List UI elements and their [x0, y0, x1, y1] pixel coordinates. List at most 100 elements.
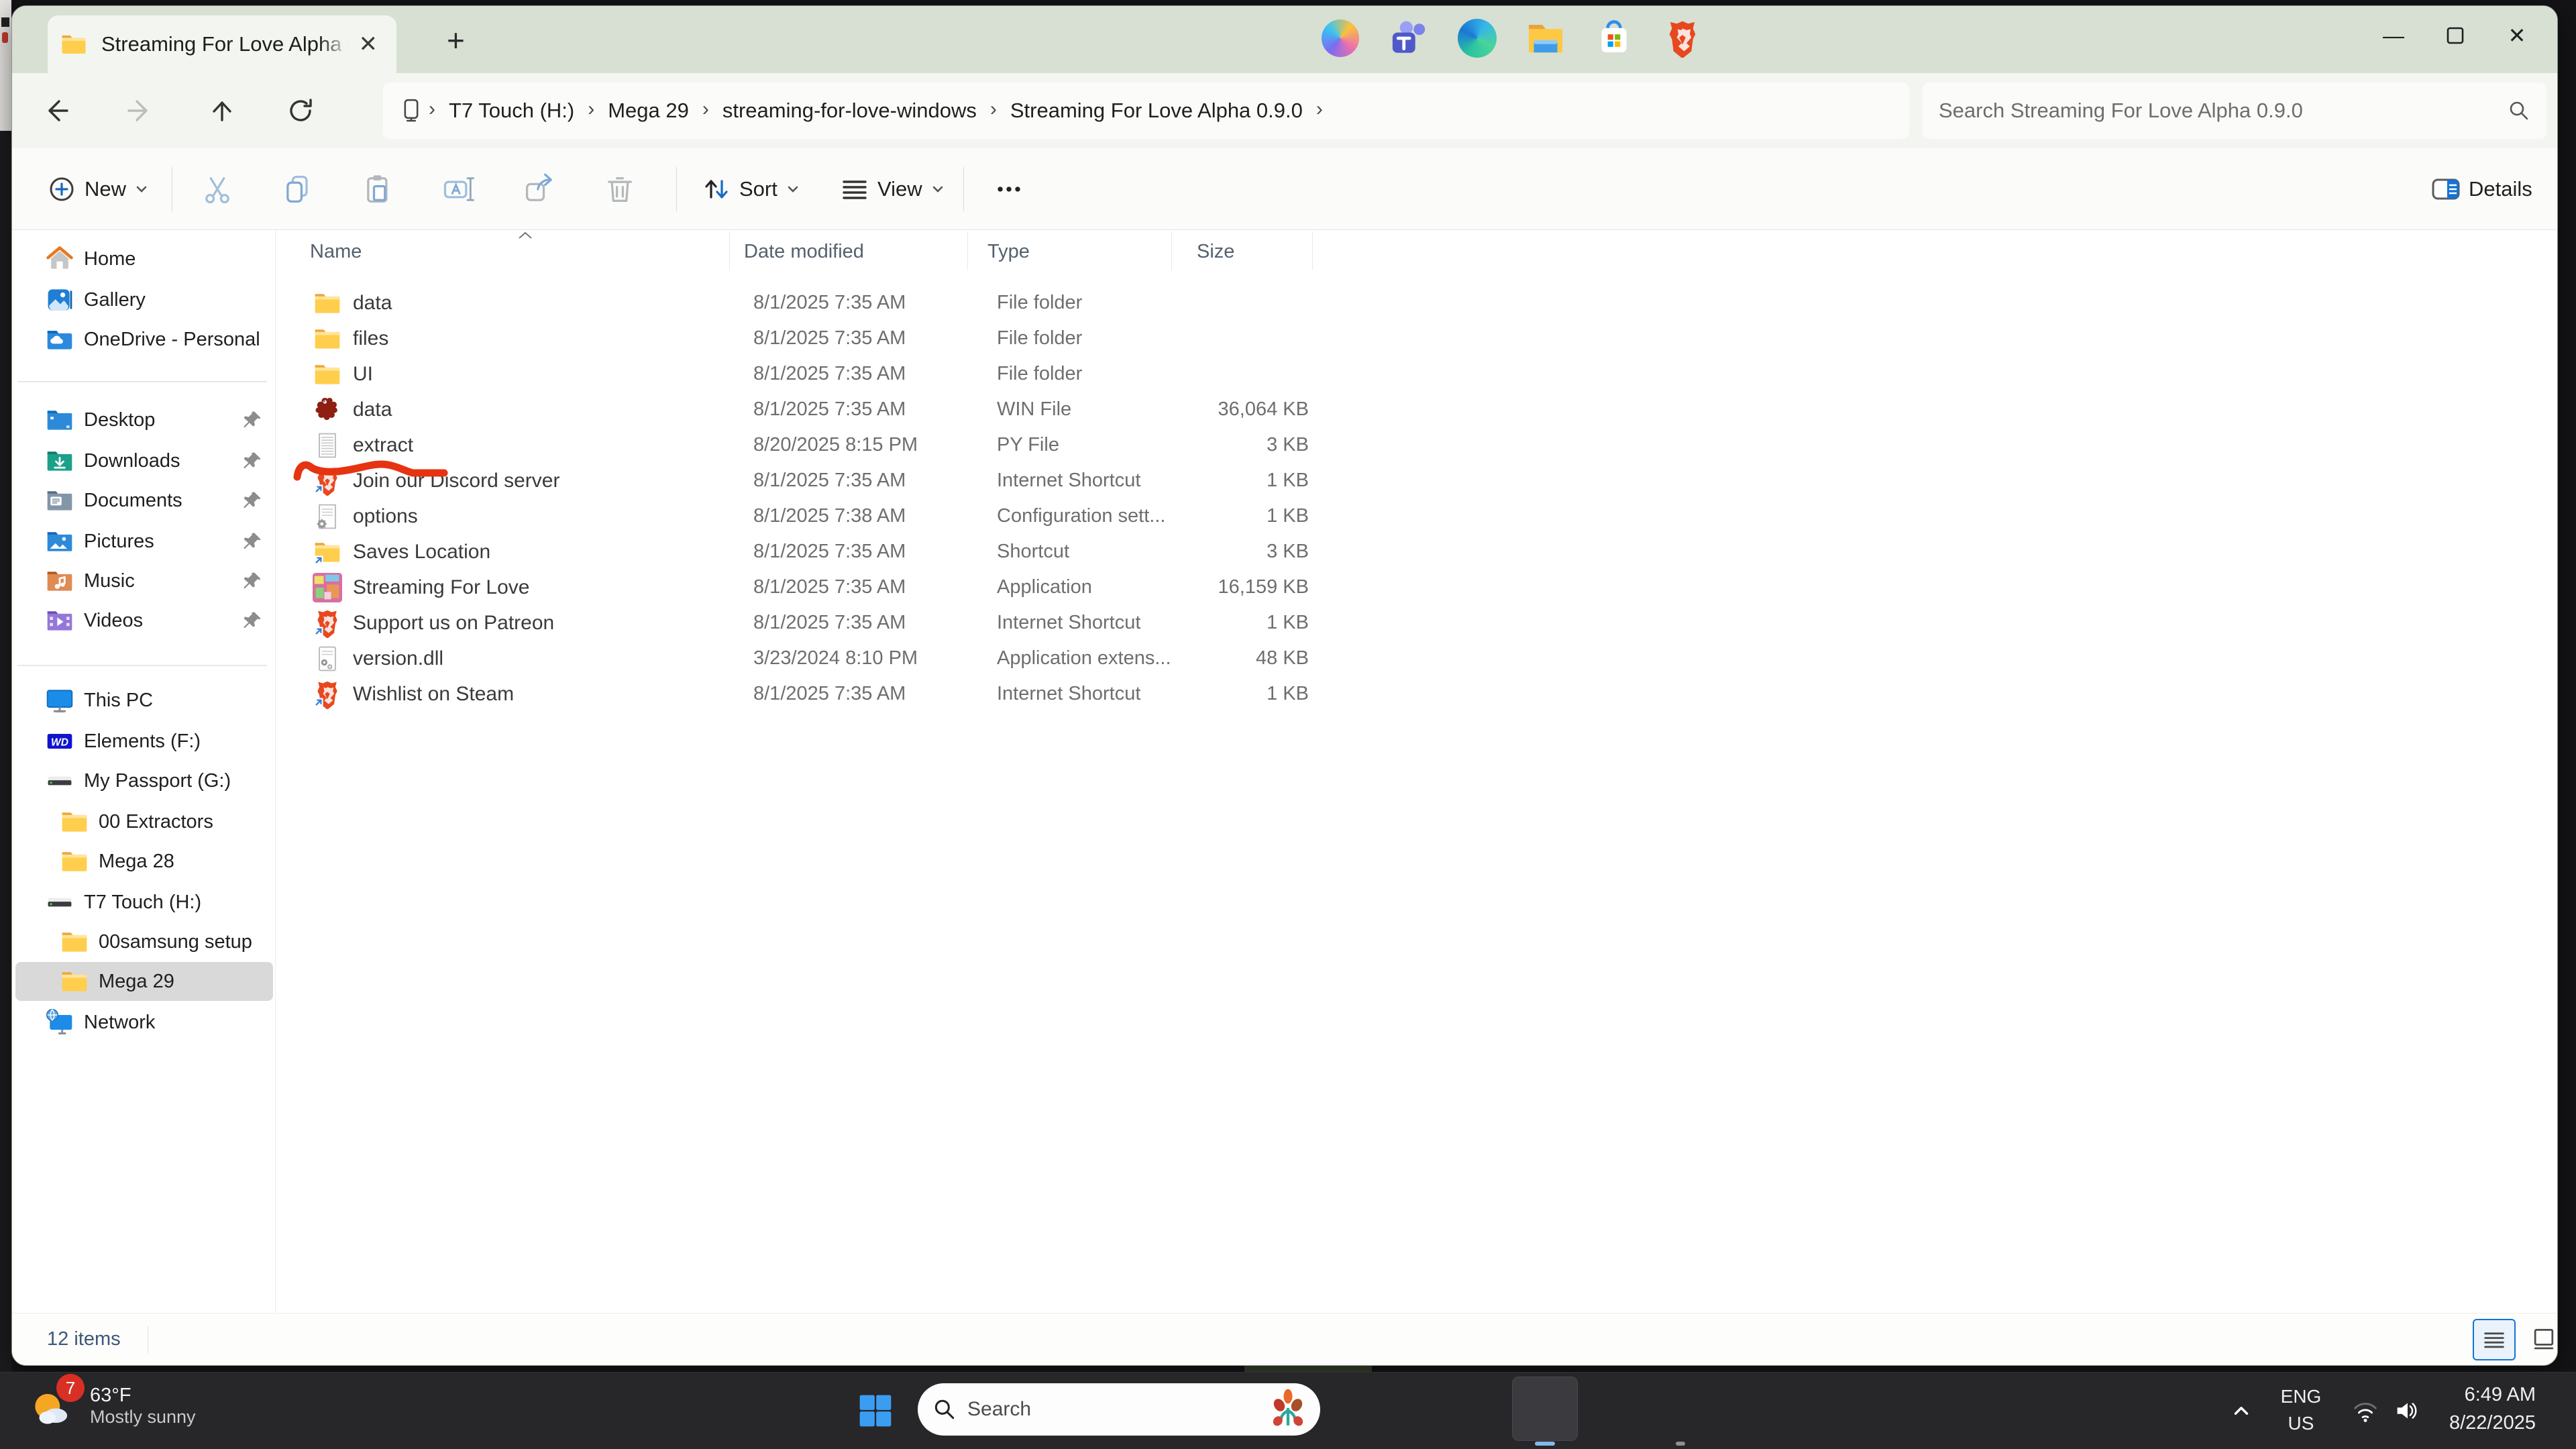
address-box[interactable]: › T7 Touch (H:) › Mega 29 › streaming-fo…	[383, 83, 1909, 139]
breadcrumb-segment[interactable]: Mega 29	[598, 99, 698, 123]
sort-button[interactable]: Sort	[691, 160, 811, 218]
pin-icon[interactable]	[241, 609, 264, 632]
sidebar-item-my-passport-drive[interactable]: My Passport (G:)	[15, 761, 273, 800]
sidebar-item-gallery[interactable]: Gallery	[15, 280, 273, 319]
sidebar-item-music[interactable]: Music	[15, 561, 273, 600]
search-input[interactable]: Search Streaming For Love Alpha 0.9.0	[1923, 83, 2546, 139]
column-divider[interactable]	[729, 231, 730, 270]
sidebar-item-desktop[interactable]: Desktop	[15, 400, 273, 439]
sidebar-item-downloads[interactable]: Downloads	[15, 441, 273, 480]
tab-close-icon[interactable]: ✕	[352, 30, 385, 58]
file-size: 1 KB	[1267, 505, 1309, 527]
file-row[interactable]: data 8/1/2025 7:35 AM File folder	[286, 285, 1350, 321]
refresh-button[interactable]	[279, 89, 322, 132]
sidebar-item-label: Documents	[84, 489, 182, 511]
paste-button[interactable]	[352, 160, 405, 218]
back-button[interactable]	[36, 89, 79, 132]
minimize-button[interactable]: —	[2363, 6, 2424, 65]
sidebar-item-this-pc[interactable]: This PC	[15, 681, 273, 720]
breadcrumb-segment[interactable]: Streaming For Love Alpha 0.9.0	[1001, 99, 1312, 123]
large-thumbnails-view-toggle[interactable]	[2522, 1319, 2557, 1360]
more-options-button[interactable]	[982, 160, 1036, 218]
sidebar-item-home[interactable]: Home	[15, 239, 273, 278]
close-button[interactable]: ✕	[2486, 6, 2548, 65]
pin-icon[interactable]	[241, 449, 264, 472]
file-row[interactable]: options 8/1/2025 7:38 AM Configuration s…	[286, 498, 1350, 534]
sidebar-item-onedrive[interactable]: OneDrive - Personal	[15, 320, 273, 359]
pictures-folder-icon	[47, 532, 72, 551]
sidebar-item-documents[interactable]: Documents	[15, 481, 273, 520]
column-header-size[interactable]: Size	[1197, 234, 1234, 269]
copilot-button[interactable]	[1320, 17, 1361, 59]
file-row[interactable]: data 8/1/2025 7:35 AM WIN File 36,064 KB	[286, 392, 1350, 427]
start-button[interactable]	[855, 1390, 896, 1432]
file-row[interactable]: Wishlist on Steam 8/1/2025 7:35 AM Inter…	[286, 676, 1350, 712]
file-row[interactable]: Support us on Patreon 8/1/2025 7:35 AM I…	[286, 605, 1350, 641]
file-row[interactable]: Saves Location 8/1/2025 7:35 AM Shortcut…	[286, 534, 1350, 570]
sidebar-item-mega-28[interactable]: Mega 28	[15, 842, 273, 881]
tray-wifi-button[interactable]	[2345, 1390, 2386, 1432]
tray-clock[interactable]: 6:49 AM 8/22/2025	[2415, 1381, 2536, 1437]
teams-icon	[1392, 21, 1426, 53]
file-row[interactable]: version.dll 3/23/2024 8:10 PM Applicatio…	[286, 641, 1350, 676]
column-header-type[interactable]: Type	[987, 234, 1030, 269]
explorer-tab[interactable]: Streaming For Love Alpha 0.9.0 ✕	[48, 15, 396, 73]
new-button[interactable]: New	[36, 160, 160, 218]
chevron-down-icon	[788, 186, 798, 193]
file-row[interactable]: UI 8/1/2025 7:35 AM File folder	[286, 356, 1350, 392]
maximize-button[interactable]	[2424, 6, 2486, 65]
details-pane-button[interactable]: Details	[2420, 160, 2548, 218]
file-row[interactable]: files 8/1/2025 7:35 AM File folder	[286, 321, 1350, 356]
tray-show-hidden-icons-button[interactable]	[2220, 1390, 2262, 1432]
column-divider[interactable]	[1312, 231, 1313, 270]
sidebar-item-t7-touch-drive[interactable]: T7 Touch (H:)	[15, 883, 273, 922]
pin-icon[interactable]	[241, 570, 264, 592]
taskbar-search-box[interactable]: Search	[918, 1383, 1320, 1436]
breadcrumb-segment[interactable]: T7 Touch (H:)	[439, 99, 584, 123]
column-header-date-modified[interactable]: Date modified	[744, 234, 864, 269]
column-divider[interactable]	[1171, 231, 1172, 270]
file-row-extract[interactable]: extract 8/20/2025 8:15 PM PY File 3 KB	[286, 427, 1350, 463]
brave-button[interactable]	[1662, 17, 1703, 59]
sidebar-item-network[interactable]: Network	[15, 1003, 273, 1042]
file-row[interactable]: Streaming For Love 8/1/2025 7:35 AM Appl…	[286, 570, 1350, 605]
sidebar-item-elements-drive[interactable]: WD Elements (F:)	[15, 722, 273, 761]
file-date: 3/23/2024 8:10 PM	[753, 647, 918, 669]
breadcrumb-segment[interactable]: streaming-for-love-windows	[713, 99, 986, 123]
file-row[interactable]: Join our Discord server 8/1/2025 7:35 AM…	[286, 463, 1350, 498]
edge-button[interactable]	[1456, 17, 1498, 59]
sidebar-item-00-extractors[interactable]: 00 Extractors	[15, 802, 273, 841]
teams-button[interactable]	[1388, 17, 1430, 59]
file-size: 1 KB	[1267, 612, 1309, 633]
column-divider[interactable]	[967, 231, 968, 270]
sidebar-item-pictures[interactable]: Pictures	[15, 522, 273, 561]
tray-language-switcher[interactable]: ENG US	[2271, 1383, 2331, 1437]
view-button[interactable]: View	[829, 160, 956, 218]
up-button[interactable]	[201, 89, 244, 132]
sidebar-item-videos[interactable]: Videos	[15, 601, 273, 640]
new-tab-button[interactable]: +	[447, 25, 465, 56]
file-name: Saves Location	[353, 540, 491, 563]
details-view-toggle[interactable]	[2473, 1319, 2516, 1360]
weather-widget[interactable]: 7 63°F Mostly sunny	[27, 1374, 196, 1434]
share-button[interactable]	[513, 160, 566, 218]
copy-button[interactable]	[271, 160, 325, 218]
delete-button[interactable]	[593, 160, 647, 218]
breadcrumb-chevron-icon: ›	[429, 98, 435, 120]
toolbar-separator	[676, 167, 677, 211]
pin-icon[interactable]	[241, 489, 264, 512]
search-icon	[934, 1399, 955, 1419]
rename-button[interactable]	[432, 160, 486, 218]
microsoft-store-button[interactable]	[1593, 17, 1635, 59]
config-file-icon	[317, 504, 336, 529]
pin-icon[interactable]	[241, 409, 264, 431]
forward-button[interactable]	[117, 89, 160, 132]
file-explorer-button[interactable]	[1525, 17, 1566, 59]
desktop-strip	[0, 131, 11, 1372]
edge-icon	[1458, 19, 1497, 58]
sidebar-item-00samsung-setup[interactable]: 00samsung setup	[15, 922, 273, 961]
column-header-name[interactable]: Name	[310, 234, 362, 269]
sidebar-item-mega-29-selected[interactable]: Mega 29	[15, 962, 273, 1001]
cut-button[interactable]	[191, 160, 244, 218]
pin-icon[interactable]	[241, 530, 264, 553]
